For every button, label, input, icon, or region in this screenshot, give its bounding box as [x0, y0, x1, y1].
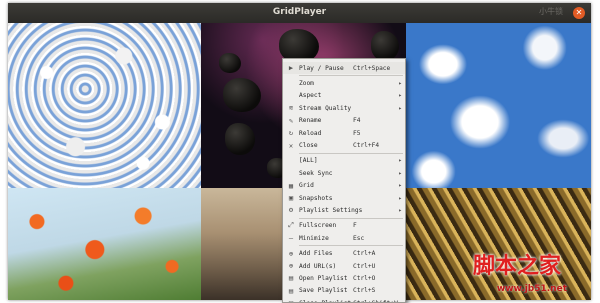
- submenu-arrow-icon: ▸: [398, 157, 402, 165]
- menu-item-label: Grid: [299, 182, 314, 190]
- menu-item-save-playlist[interactable]: ▤ Save Playlist Ctrl+S: [283, 285, 405, 297]
- menu-item-shortcut: F: [353, 222, 357, 230]
- submenu-arrow-icon: ▸: [398, 194, 402, 202]
- menu-item-shortcut: Ctrl+S: [353, 287, 376, 295]
- close-icon: ✕: [288, 141, 294, 150]
- menu-item-shortcut: Ctrl+F4: [353, 142, 380, 150]
- video-cell-blossom[interactable]: [8, 23, 201, 188]
- menu-item-label: Rename: [299, 117, 322, 125]
- snapshots-icon: ▣: [288, 194, 294, 203]
- asteroid-image: [225, 123, 255, 155]
- window-title: GridPlayer: [272, 7, 327, 17]
- menu-item-label: Minimize: [299, 234, 329, 242]
- close-playlist-icon: ▤: [283, 299, 299, 302]
- menu-item-label: Stream Quality: [299, 104, 352, 112]
- add-url-icon: ⊕: [288, 262, 294, 271]
- play-icon: ▶: [288, 64, 294, 73]
- menu-item-open-playlist[interactable]: ▤ Open Playlist Ctrl+O: [283, 272, 405, 284]
- submenu-arrow-icon: ▸: [398, 206, 402, 214]
- rename-icon: ✎: [288, 116, 294, 125]
- menu-item-label: Playlist Settings: [299, 206, 363, 214]
- menu-item-shortcut: Ctrl+Space: [353, 64, 391, 72]
- menu-separator: [299, 217, 403, 219]
- menu-item-minimize[interactable]: — Minimize Esc: [283, 232, 405, 244]
- menu-item-label: Zoom: [299, 80, 314, 88]
- menu-item-aspect[interactable]: Aspect ▸: [283, 90, 405, 102]
- asteroid-image: [219, 53, 241, 73]
- menu-item-shortcut: Ctrl+U: [353, 262, 376, 270]
- stream-quality-icon: ≋: [288, 104, 294, 113]
- menu-separator: [299, 75, 403, 77]
- menu-item-label: Aspect: [299, 92, 322, 100]
- fullscreen-icon: ⤢: [288, 221, 294, 230]
- menu-item-zoom[interactable]: Zoom ▸: [283, 77, 405, 89]
- menu-item-reload[interactable]: ↻ Reload F5: [283, 127, 405, 139]
- menu-item-fullscreen[interactable]: ⤢ Fullscreen F: [283, 220, 405, 232]
- video-cell-sky[interactable]: [406, 23, 591, 188]
- submenu-arrow-icon: ▸: [398, 92, 402, 100]
- menu-item-shortcut: Esc: [353, 234, 365, 242]
- submenu-arrow-icon: ▸: [398, 169, 402, 177]
- close-window-button[interactable]: ✕: [573, 7, 585, 19]
- menu-item-label: [ALL]: [299, 157, 318, 165]
- reload-icon: ↻: [288, 129, 294, 138]
- menu-item-label: Snapshots: [299, 194, 333, 202]
- menu-item-add-files[interactable]: ⊕ Add Files Ctrl+A: [283, 247, 405, 259]
- submenu-arrow-icon: ▸: [398, 182, 402, 190]
- watermark-logo: 脚本之家: [472, 253, 561, 279]
- open-playlist-icon: ▤: [288, 274, 294, 283]
- submenu-arrow-icon: ▸: [398, 104, 402, 112]
- menu-item-shortcut: F5: [353, 129, 361, 137]
- menu-item-add-url[interactable]: ⊕ Add URL(s) Ctrl+U: [283, 260, 405, 272]
- add-files-icon: ⊕: [288, 249, 294, 258]
- video-cell-butterfly[interactable]: 脚本之家 www.jb51.net: [406, 188, 591, 300]
- context-menu: ▶ Play / Pause Ctrl+Space Zoom ▸ Aspect ▸ ≋ Stre…: [282, 58, 406, 303]
- menu-item-shortcut: F4: [353, 117, 361, 125]
- playlist-settings-icon: ⚙: [288, 206, 294, 215]
- asteroid-image: [223, 78, 261, 112]
- menu-item-stream-quality[interactable]: ≋ Stream Quality ▸: [283, 102, 405, 114]
- menu-separator: [299, 152, 403, 154]
- menu-item-shortcut: Ctrl+O: [353, 274, 376, 282]
- video-cell-flowers[interactable]: [8, 188, 201, 300]
- menu-item-label: Add URL(s): [299, 262, 337, 270]
- menu-item-label: Close: [299, 142, 318, 150]
- menu-item-shortcut: Ctrl+A: [353, 250, 376, 258]
- menu-item-label: Add Files: [299, 250, 333, 258]
- menu-item-playlist-settings[interactable]: ⚙ Playlist Settings ▸: [283, 204, 405, 216]
- menu-item-label: Save Playlist: [299, 287, 348, 295]
- menu-item-grid[interactable]: ▦ Grid ▸: [283, 180, 405, 192]
- menu-item-rename[interactable]: ✎ Rename F4: [283, 115, 405, 127]
- asteroid-image: [371, 31, 399, 61]
- watermark-url: www.jb51.net: [496, 284, 567, 294]
- submenu-arrow-icon: ▸: [398, 80, 402, 88]
- menu-item-close[interactable]: ✕ Close Ctrl+F4: [283, 139, 405, 151]
- menu-item-label: Reload: [299, 129, 322, 137]
- grid-icon: ▦: [288, 181, 294, 190]
- menu-item-seek-sync[interactable]: Seek Sync ▸: [283, 167, 405, 179]
- menu-item-snapshots[interactable]: ▣ Snapshots ▸: [283, 192, 405, 204]
- save-playlist-icon: ▤: [288, 286, 294, 295]
- menu-item-label: Seek Sync: [299, 169, 333, 177]
- menu-item-all[interactable]: [ALL] ▸: [283, 155, 405, 167]
- menu-item-play[interactable]: ▶ Play / Pause Ctrl+Space: [283, 62, 405, 75]
- menu-separator: [299, 245, 403, 247]
- menu-item-label: Open Playlist: [299, 274, 348, 282]
- menu-item-close-playlist[interactable]: ▤Close PlaylistCtrl+Shift+W: [283, 297, 405, 302]
- menu-item-label: Fullscreen: [299, 222, 337, 230]
- title-bar[interactable]: GridPlayer 小牛锁 ✕: [8, 3, 591, 23]
- minimize-icon: —: [288, 234, 294, 243]
- corner-logo-text: 小牛锁: [539, 7, 563, 16]
